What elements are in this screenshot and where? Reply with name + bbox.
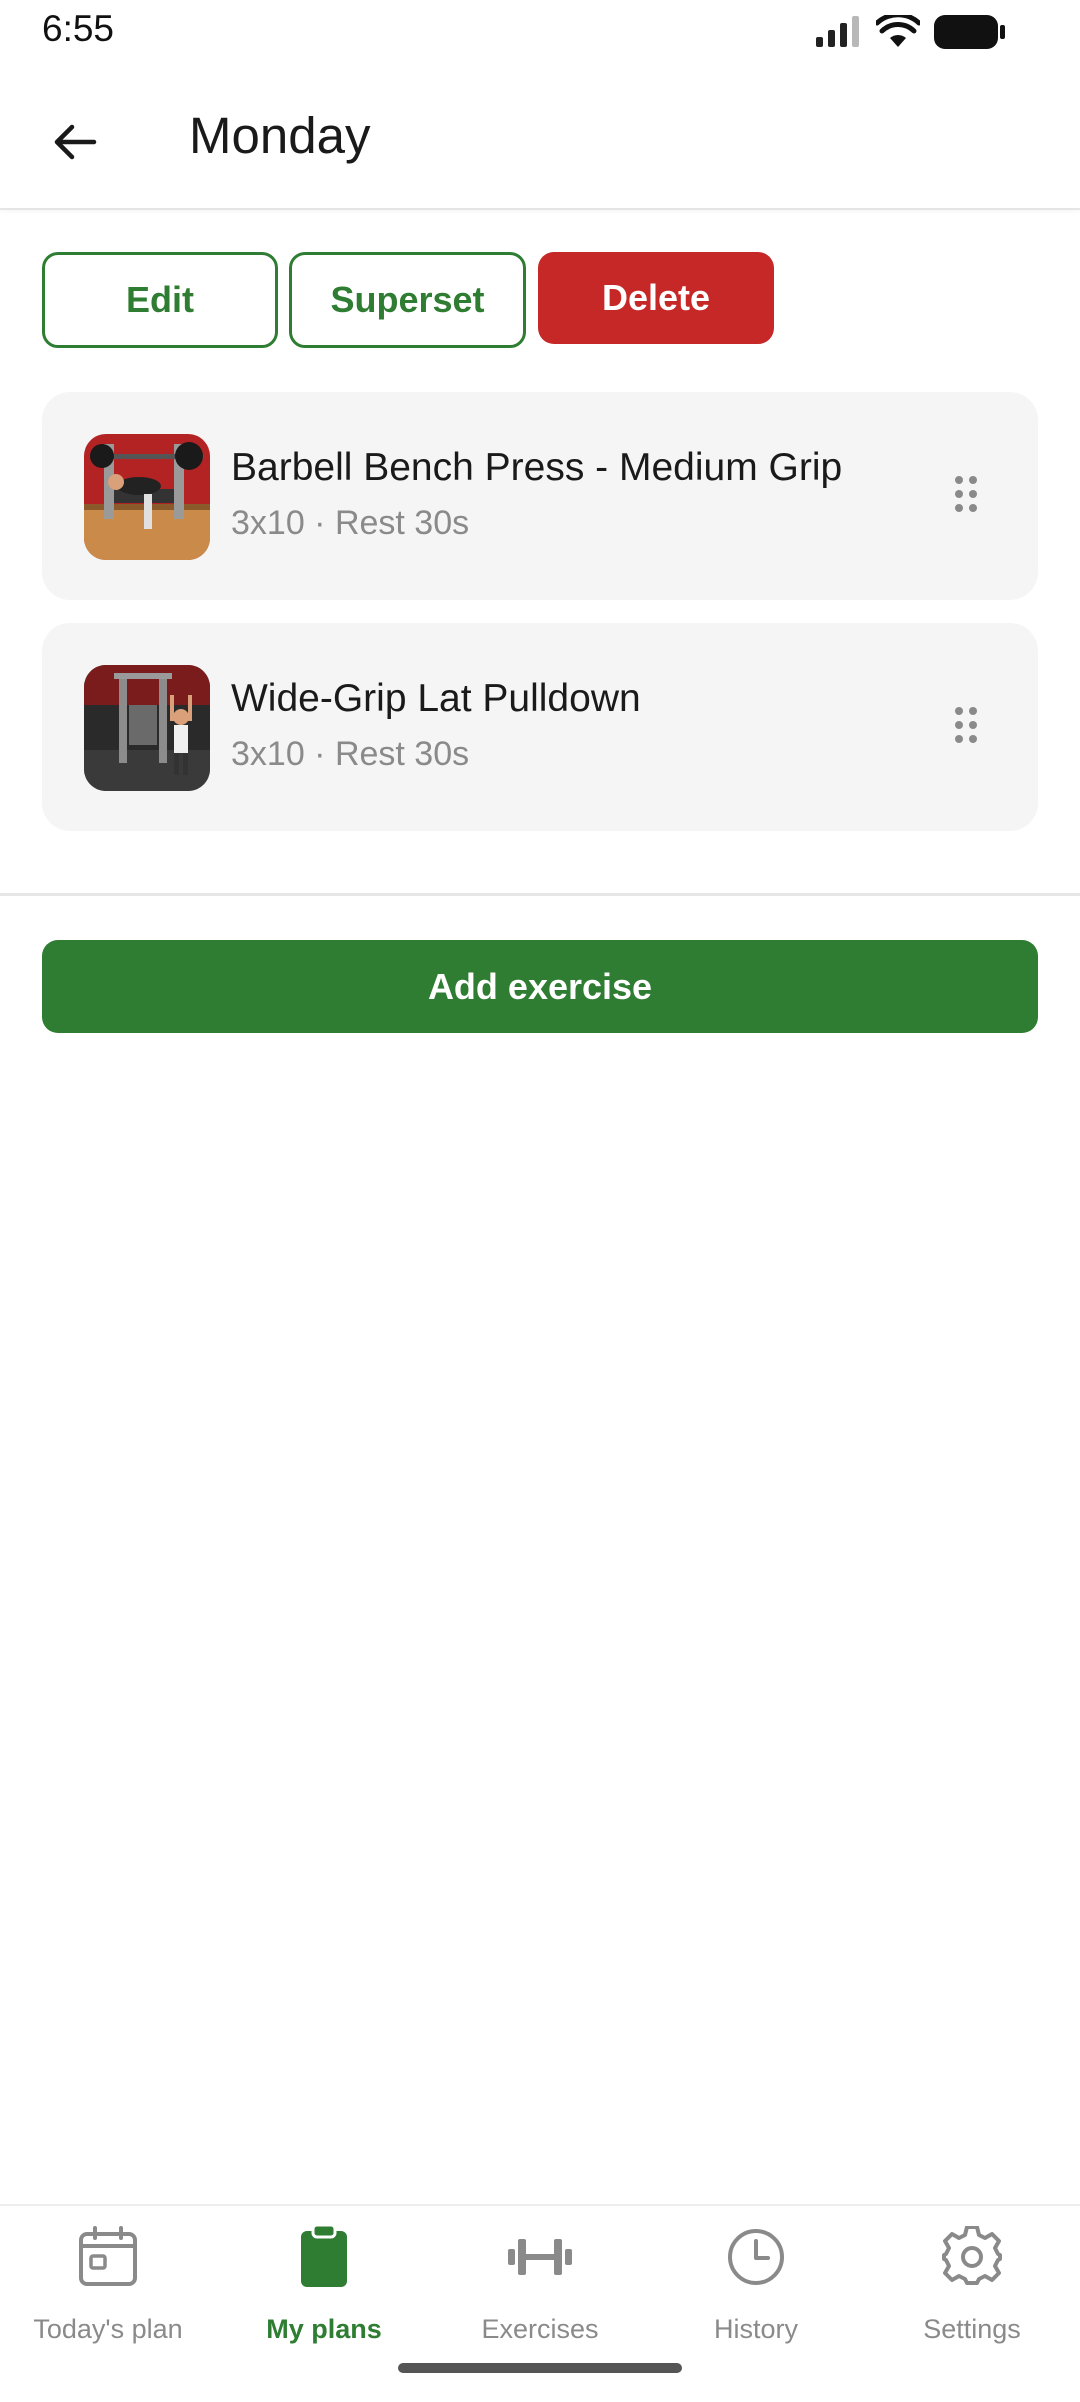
add-exercise-button[interactable]: Add exercise bbox=[42, 940, 1038, 1033]
exercise-thumbnail-bench-press bbox=[84, 434, 210, 560]
drag-handle[interactable] bbox=[936, 466, 996, 526]
nav-item-my-plans[interactable]: My plans bbox=[216, 2222, 432, 2372]
signal-icon bbox=[814, 15, 862, 49]
exercise-name: Wide-Grip Lat Pulldown bbox=[231, 677, 641, 720]
exercise-card[interactable]: Barbell Bench Press - Medium Grip 3x10 ·… bbox=[42, 392, 1038, 600]
nav-item-todays-plan[interactable]: Today's plan bbox=[0, 2222, 216, 2372]
status-time: 6:55 bbox=[42, 8, 115, 49]
clock-icon bbox=[721, 2222, 791, 2292]
nav-item-exercises[interactable]: Exercises bbox=[432, 2222, 648, 2372]
divider bbox=[0, 893, 1080, 896]
status-bar: 6:55 bbox=[0, 0, 1080, 64]
status-icons bbox=[814, 10, 1006, 54]
edit-button[interactable]: Edit bbox=[42, 252, 278, 348]
gear-icon bbox=[937, 2222, 1007, 2292]
app-bar: Monday bbox=[0, 64, 1080, 210]
nav-item-settings[interactable]: Settings bbox=[864, 2222, 1080, 2372]
nav-item-history[interactable]: History bbox=[648, 2222, 864, 2372]
nav-label: Today's plan bbox=[33, 2314, 183, 2344]
drag-handle[interactable] bbox=[936, 697, 996, 757]
delete-button[interactable]: Delete bbox=[538, 252, 774, 344]
exercise-meta: 3x10 · Rest 30s bbox=[231, 735, 470, 773]
nav-label: Exercises bbox=[481, 2314, 599, 2344]
nav-label: My plans bbox=[266, 2314, 382, 2344]
back-button[interactable] bbox=[34, 104, 114, 184]
exercise-thumbnail-lat-pulldown bbox=[84, 665, 210, 791]
nav-label: Settings bbox=[923, 2314, 1021, 2344]
superset-button[interactable]: Superset bbox=[289, 252, 526, 348]
nav-label: History bbox=[713, 2314, 798, 2344]
dumbbell-icon bbox=[505, 2222, 575, 2292]
calendar-icon bbox=[73, 2222, 143, 2292]
page-title: Monday bbox=[189, 107, 371, 164]
arrow-left-icon bbox=[50, 118, 98, 171]
exercise-meta: 3x10 · Rest 30s bbox=[231, 504, 470, 542]
exercise-name: Barbell Bench Press - Medium Grip bbox=[231, 446, 843, 489]
drag-handle-icon bbox=[953, 705, 979, 750]
exercise-card[interactable]: Wide-Grip Lat Pulldown 3x10 · Rest 30s bbox=[42, 623, 1038, 831]
home-indicator[interactable] bbox=[398, 2363, 682, 2373]
battery-icon bbox=[934, 14, 1006, 50]
wifi-icon bbox=[876, 15, 920, 49]
drag-handle-icon bbox=[953, 474, 979, 519]
clipboard-icon bbox=[289, 2222, 359, 2292]
